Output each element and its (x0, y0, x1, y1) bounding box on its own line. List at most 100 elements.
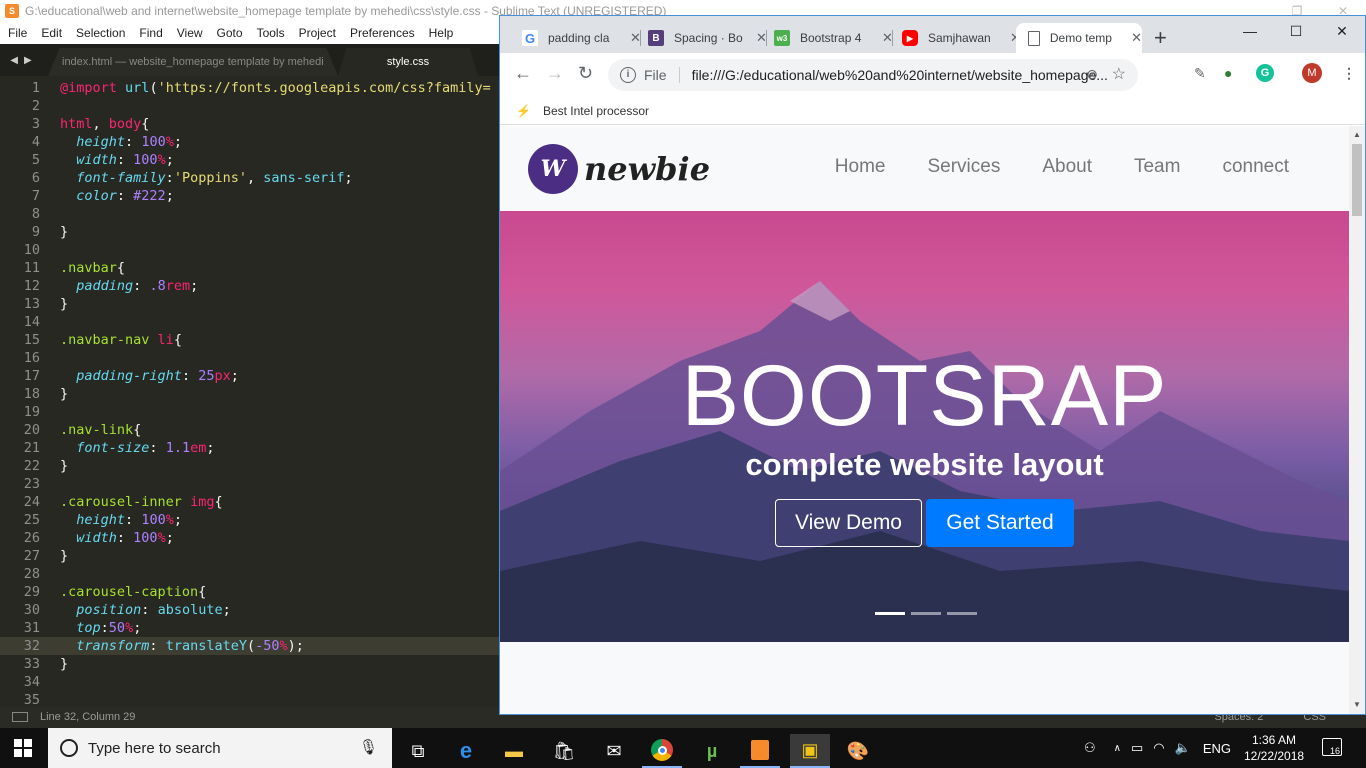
code-line[interactable]: 15 .navbar-nav li{ (0, 331, 500, 349)
carousel-indicator[interactable] (947, 612, 977, 615)
nav-link-home[interactable]: Home (835, 156, 886, 178)
back-icon[interactable]: ← (514, 63, 532, 84)
menu-find[interactable]: Find (131, 26, 168, 40)
recorder-taskbar-icon[interactable]: ▣ (790, 734, 830, 768)
page-scrollbar[interactable]: ▲ ▼ (1349, 126, 1365, 714)
code-line[interactable]: 20 .nav-link{ (0, 421, 500, 439)
carousel-indicator[interactable] (911, 612, 941, 615)
chrome-taskbar-icon[interactable] (642, 734, 682, 768)
profile-avatar[interactable]: M (1302, 63, 1322, 83)
utorrent-icon[interactable]: µ (692, 734, 732, 768)
site-brand[interactable]: W newbie (528, 144, 710, 194)
maximize-icon[interactable]: ☐ (1273, 16, 1319, 46)
tab-index-html[interactable]: index.html — website_homepage template b… (48, 48, 338, 76)
chrome-tab[interactable]: G padding cla ✕ (510, 23, 641, 53)
menu-goto[interactable]: Goto (209, 26, 249, 40)
bookmark-star-icon[interactable]: ☆ (1112, 64, 1126, 84)
sublime-taskbar-icon[interactable] (740, 734, 780, 768)
code-line[interactable]: 28 (0, 565, 500, 583)
code-line[interactable]: 21 font-size: 1.1em; (0, 439, 500, 457)
code-line[interactable]: 29 .carousel-caption{ (0, 583, 500, 601)
code-line[interactable]: 2 (0, 97, 500, 115)
menu-edit[interactable]: Edit (33, 26, 68, 40)
battery-icon[interactable]: ▭ (1131, 740, 1143, 756)
code-line[interactable]: 22} (0, 457, 500, 475)
code-line[interactable]: 32 transform: translateY(-50%); (0, 637, 500, 655)
code-line[interactable]: 30 position: absolute; (0, 601, 500, 619)
edge-icon[interactable]: e (446, 734, 486, 768)
view-demo-button[interactable]: View Demo (775, 499, 922, 547)
code-line[interactable]: 33} (0, 655, 500, 673)
address-url[interactable]: file:///G:/educational/web%20and%20inter… (692, 67, 1112, 83)
code-line[interactable]: 1 @import url('https://fonts.googleapis.c… (0, 79, 500, 97)
code-line[interactable]: 14 (0, 313, 500, 331)
taskbar-search[interactable]: Type here to search 🎙 (48, 728, 392, 768)
menu-selection[interactable]: Selection (68, 26, 131, 40)
menu-project[interactable]: Project (291, 26, 342, 40)
chrome-tab[interactable]: w3 Bootstrap 4 ✕ (762, 23, 893, 53)
task-view-icon[interactable]: ⧉ (398, 734, 438, 768)
menu-view[interactable]: View (169, 26, 209, 40)
volume-icon[interactable]: 🔈 (1175, 740, 1191, 756)
carousel-indicator[interactable] (875, 612, 905, 615)
paint-icon[interactable]: 🎨 (838, 734, 878, 768)
taskbar-clock[interactable]: 1:36 AM 12/22/2018 (1244, 732, 1304, 764)
grammarly-icon[interactable]: G (1256, 64, 1274, 82)
code-line[interactable]: 19 (0, 403, 500, 421)
chrome-tab[interactable]: B Spacing · Bo ✕ (636, 23, 767, 53)
mail-icon[interactable]: ✉ (594, 734, 634, 768)
blocked-content-icon[interactable]: ⊘ (1086, 66, 1098, 83)
language-indicator[interactable]: ENG (1203, 741, 1231, 756)
code-line[interactable]: 34 (0, 673, 500, 691)
nav-link-team[interactable]: Team (1134, 156, 1180, 178)
tab-nav-arrows-icon[interactable]: ◀▶ (0, 44, 48, 76)
file-explorer-icon[interactable]: ▬ (494, 734, 534, 768)
wifi-icon[interactable]: ◠ (1153, 740, 1164, 756)
code-line[interactable]: 4 height: 100%; (0, 133, 500, 151)
nav-link-services[interactable]: Services (927, 156, 1000, 178)
code-line[interactable]: 12 padding: .8rem; (0, 277, 500, 295)
code-line[interactable]: 10 (0, 241, 500, 259)
code-line[interactable]: 8 (0, 205, 500, 223)
menu-tools[interactable]: Tools (249, 26, 291, 40)
store-icon[interactable]: 🛍 (544, 734, 584, 768)
eyedropper-extension-icon[interactable]: ✎ (1194, 65, 1206, 82)
show-hidden-icons[interactable]: ∧ (1114, 743, 1121, 754)
globe-extension-icon[interactable]: ● (1224, 65, 1232, 81)
menu-file[interactable]: File (0, 26, 33, 40)
bookmark-item[interactable]: Best Intel processor (543, 104, 649, 118)
forward-icon[interactable]: → (546, 63, 564, 84)
code-line[interactable]: 16 (0, 349, 500, 367)
address-bar[interactable]: i File file:///G:/educational/web%20and%… (608, 59, 1138, 91)
microphone-icon[interactable]: 🎙 (359, 738, 378, 756)
menu-kebab-icon[interactable]: ⋮ (1342, 65, 1356, 82)
chrome-tab-active[interactable]: Demo temp ✕ (1016, 23, 1142, 53)
code-line[interactable]: 26 width: 100%; (0, 529, 500, 547)
code-line[interactable]: 5 width: 100%; (0, 151, 500, 169)
code-line[interactable]: 23 (0, 475, 500, 493)
code-line[interactable]: 24 .carousel-inner img{ (0, 493, 500, 511)
scrollbar-thumb[interactable] (1352, 144, 1362, 216)
code-line[interactable]: 9} (0, 223, 500, 241)
close-tab-icon[interactable]: ✕ (1131, 30, 1142, 46)
reload-icon[interactable]: ↻ (578, 63, 593, 84)
menu-help[interactable]: Help (421, 26, 460, 40)
code-line[interactable]: 18} (0, 385, 500, 403)
code-line[interactable]: 25 height: 100%; (0, 511, 500, 529)
code-line[interactable]: 17 padding-right: 25px; (0, 367, 500, 385)
nav-link-about[interactable]: About (1042, 156, 1092, 178)
scroll-down-icon[interactable]: ▼ (1353, 700, 1361, 709)
code-line[interactable]: 13} (0, 295, 500, 313)
code-line[interactable]: 3 html, body{ (0, 115, 500, 133)
scroll-up-icon[interactable]: ▲ (1353, 130, 1361, 139)
info-icon[interactable]: i (620, 67, 636, 83)
panel-toggle-icon[interactable] (12, 712, 28, 722)
action-center-icon[interactable]: 16 (1322, 738, 1342, 756)
code-line[interactable]: 31 top:50%; (0, 619, 500, 637)
code-line[interactable]: 11 .navbar{ (0, 259, 500, 277)
close-window-icon[interactable]: ✕ (1319, 16, 1365, 46)
code-editor[interactable]: 1 @import url('https://fonts.googleapis.c… (0, 76, 500, 708)
nav-link-connect[interactable]: connect (1222, 156, 1289, 178)
windows-start-icon[interactable] (14, 739, 32, 757)
people-icon[interactable]: ⚇ (1084, 740, 1096, 756)
